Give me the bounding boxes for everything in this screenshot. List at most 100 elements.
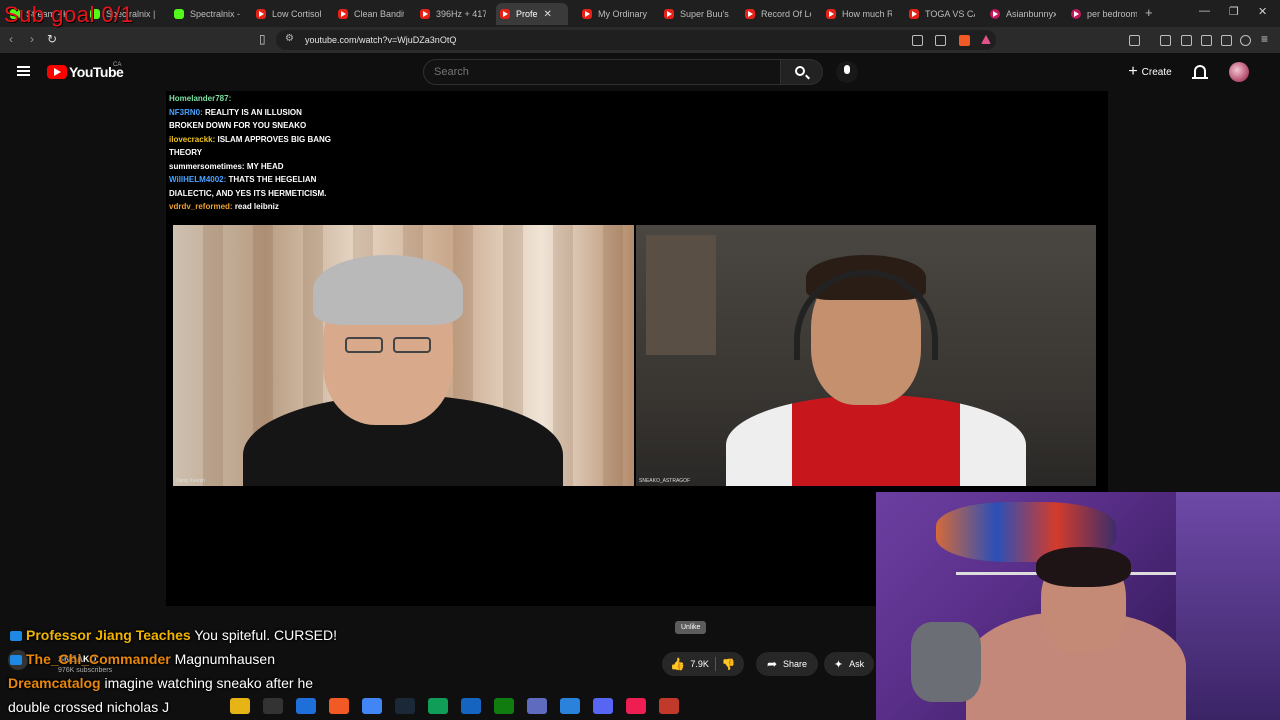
share-button[interactable]: ➦ Share	[756, 652, 818, 676]
chat-text: THEORY	[169, 148, 203, 157]
back-icon[interactable]: ‹	[9, 32, 13, 46]
browser-tab[interactable]: 396Hz + 417H	[416, 3, 486, 25]
browser-tab[interactable]: Low Cortisol	[252, 3, 322, 25]
wallet-icon[interactable]	[1201, 35, 1212, 46]
brave-shield-icon[interactable]	[959, 35, 970, 46]
steam-icon[interactable]	[395, 698, 415, 714]
sheets-icon[interactable]	[428, 698, 448, 714]
vpn-icon[interactable]	[1240, 35, 1251, 46]
leo-icon[interactable]	[1221, 35, 1232, 46]
game-icon[interactable]	[659, 698, 679, 714]
chat-text: BROKEN DOWN FOR YOU SNEAKO	[169, 121, 307, 130]
unlike-tooltip: Unlike	[675, 621, 707, 634]
folder-icon[interactable]	[230, 698, 250, 714]
youtube-icon	[582, 9, 592, 19]
close-tab-icon[interactable]: ✕	[544, 9, 552, 20]
video-chat-overlay: Homelander787: NF3RN0: REALITY IS AN ILL…	[169, 86, 689, 214]
cast-icon[interactable]	[912, 35, 923, 46]
sub-goal-overlay: Sub goal 0/1	[4, 2, 134, 27]
chat-username: summersometimes:	[169, 161, 245, 171]
glasses-right	[393, 337, 431, 353]
epic-icon[interactable]	[263, 698, 283, 714]
reading-list-icon[interactable]	[1181, 35, 1192, 46]
chrome-icon[interactable]	[362, 698, 382, 714]
stream-chat-text: imagine watching sneako after he	[104, 675, 314, 691]
browser-menu-icon[interactable]: ≡	[1261, 32, 1268, 46]
search-input[interactable]	[434, 66, 734, 78]
url-text[interactable]: youtube.com/watch?v=WjuDZa3nOtQ	[305, 35, 456, 45]
tab-label: How much R	[842, 9, 892, 19]
reload-icon[interactable]: ↻	[47, 32, 57, 46]
chat-text: read leibniz	[234, 202, 279, 211]
sidebar-icon[interactable]	[1129, 35, 1140, 46]
forward-icon[interactable]: ›	[30, 32, 34, 46]
chat-username: ilovecrackk:	[169, 134, 216, 144]
browser-tab[interactable]: per bedroom	[1067, 3, 1137, 25]
bookmark-icon[interactable]: ▯	[259, 32, 266, 46]
tab-label: Profe	[516, 9, 538, 19]
menu-icon[interactable]	[17, 66, 30, 76]
dislike-button[interactable]: 👎	[722, 658, 736, 671]
media-icon[interactable]	[1160, 35, 1171, 46]
like-button[interactable]: 👍 7.9K	[670, 657, 708, 671]
plus-icon: +	[1128, 63, 1138, 80]
chat-username: Homelander787:	[169, 94, 232, 103]
stream-chat-message: Professor Jiang Teaches You spiteful. CU…	[10, 627, 337, 643]
maximize-icon[interactable]: ❐	[1229, 5, 1239, 18]
browser-tab[interactable]: How much R	[822, 3, 892, 25]
browser-tab[interactable]: TOGA VS CAB	[905, 3, 975, 25]
close-window-icon[interactable]: ✕	[1258, 5, 1267, 18]
stream-chat-message: Dreamcatalog imagine watching sneako aft…	[8, 675, 313, 691]
glasses-left	[345, 337, 383, 353]
left-webcam-feed: Jiang Xueqin	[173, 225, 634, 486]
browser-tab[interactable]: Clean Bandit	[334, 3, 404, 25]
youtube-icon	[256, 9, 266, 19]
youtube-icon	[826, 9, 836, 19]
voice-search-button[interactable]	[836, 61, 858, 83]
browser-tab[interactable]: My Ordinary	[578, 3, 648, 25]
new-tab-icon[interactable]: +	[1145, 5, 1153, 20]
streamer-webcam	[876, 492, 1280, 720]
stream-chat-username: The_Chi_Commander	[26, 651, 171, 667]
like-count: 7.9K	[690, 659, 709, 669]
create-button[interactable]: + Create	[1118, 59, 1182, 85]
site-info-icon[interactable]: ⚙	[285, 33, 294, 44]
thumbs-up-icon: 👍	[670, 657, 686, 671]
browser-icon[interactable]	[461, 698, 481, 714]
chat-message: WillHELM4002: THATS THE HEGELIAN	[169, 173, 689, 187]
sparkle-icon: ✦	[833, 658, 844, 671]
chat-text: ISLAM APPROVES BIG BANG	[217, 134, 332, 144]
share-page-icon[interactable]	[935, 35, 946, 46]
brave-icon[interactable]	[329, 698, 349, 714]
notifications-bell-icon[interactable]	[1192, 65, 1208, 79]
chat-message: THEORY	[169, 146, 689, 160]
stream-chat-text: Magnumhausen	[174, 651, 275, 667]
ask-button[interactable]: ✦ Ask	[824, 652, 874, 676]
edge-icon[interactable]	[296, 698, 316, 714]
circle-icon	[1071, 9, 1081, 19]
subscriber-badge-icon	[10, 655, 22, 666]
browser-tab[interactable]: Asianbunnyx	[986, 3, 1056, 25]
tiktok-icon[interactable]	[626, 698, 646, 714]
browser-tab[interactable]: Record Of Lo	[741, 3, 811, 25]
files-icon[interactable]	[560, 698, 580, 714]
search-button[interactable]	[781, 59, 823, 85]
divider	[714, 657, 716, 671]
tab-label: Record Of Lo	[761, 9, 811, 19]
brave-rewards-icon[interactable]	[981, 35, 991, 44]
stream-chat-username: Dreamcatalog	[8, 675, 101, 691]
search-box[interactable]	[423, 59, 781, 85]
browser-tab[interactable]: Super Buu's I	[660, 3, 730, 25]
discord-icon[interactable]	[593, 698, 613, 714]
browser-tab[interactable]: Spectralnix -	[170, 3, 240, 25]
avatar[interactable]	[1229, 62, 1249, 82]
tab-label: My Ordinary	[598, 9, 648, 19]
vpn-icon[interactable]	[527, 698, 547, 714]
chat-message: Homelander787:	[169, 92, 689, 106]
minimize-icon[interactable]: —	[1199, 5, 1210, 17]
held-object	[911, 622, 981, 702]
browser-tab[interactable]: Profe ✕	[496, 3, 568, 25]
xbox-icon[interactable]	[494, 698, 514, 714]
youtube-icon	[664, 9, 674, 19]
youtube-logo-icon[interactable]	[47, 65, 67, 79]
